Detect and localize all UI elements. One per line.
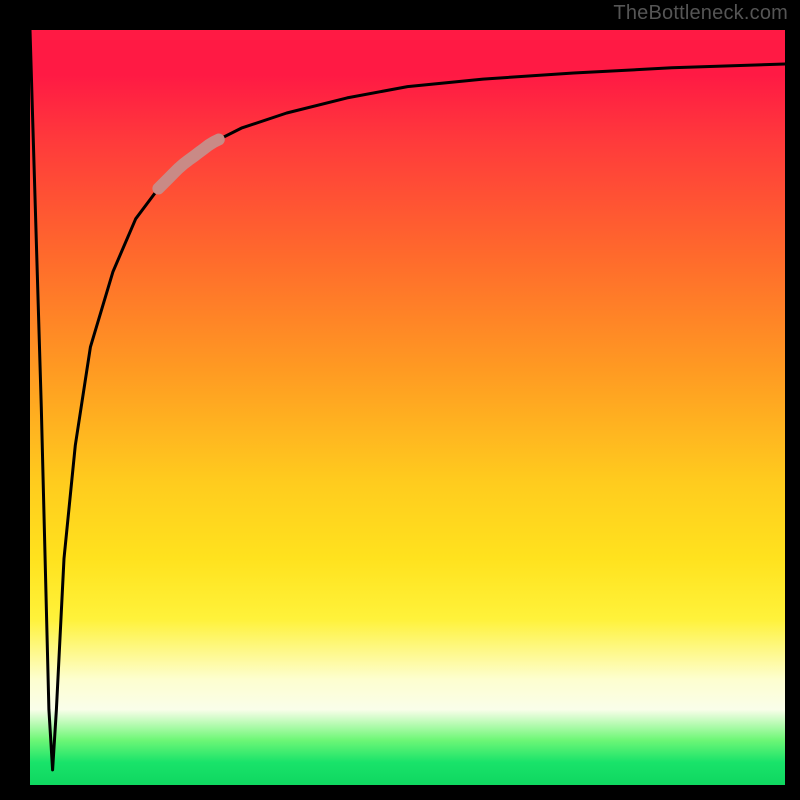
curve-layer	[30, 30, 785, 785]
chart-frame: TheBottleneck.com	[0, 0, 800, 800]
plot-area	[30, 30, 785, 785]
bottleneck-curve	[30, 30, 785, 770]
highlight-segment	[158, 140, 218, 189]
attribution-text: TheBottleneck.com	[613, 2, 788, 25]
